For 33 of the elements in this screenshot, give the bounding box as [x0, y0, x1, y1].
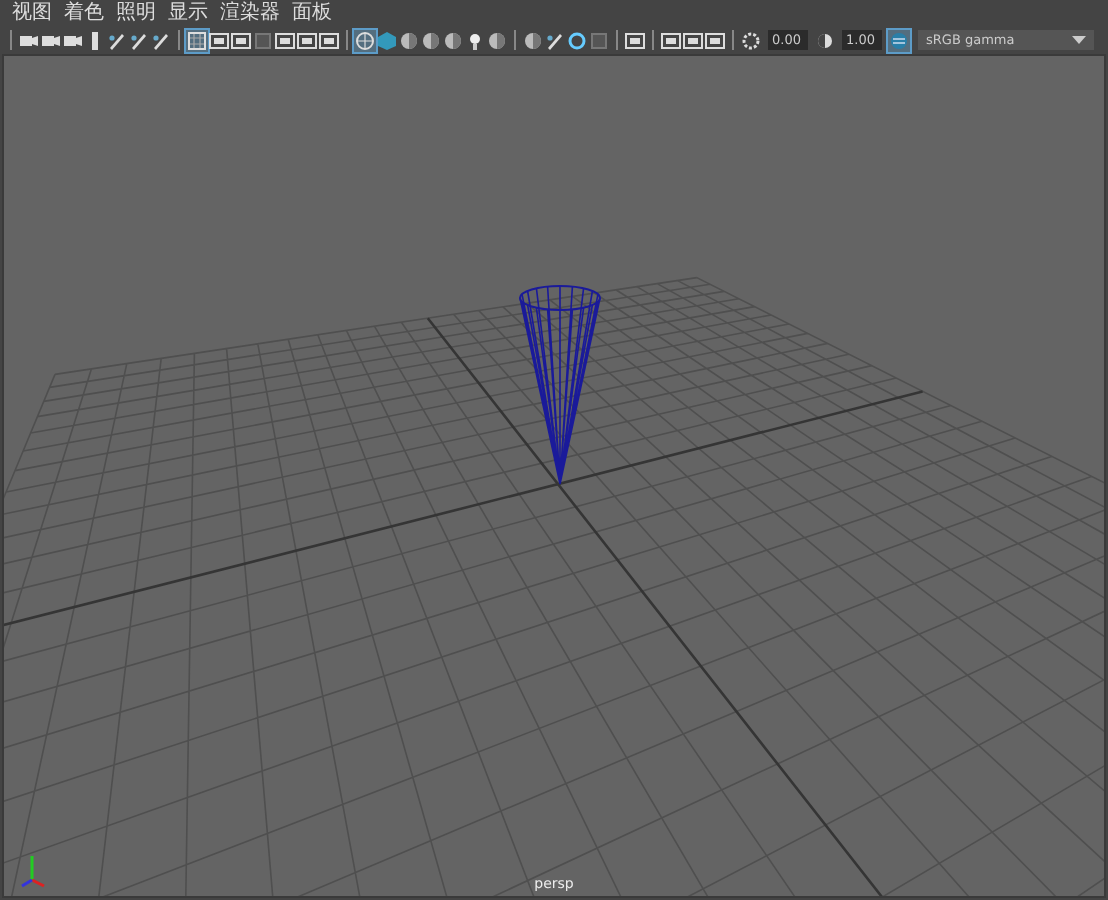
frame-icon[interactable]	[682, 29, 704, 51]
sphere-icon[interactable]	[398, 29, 420, 51]
frame-icon[interactable]	[704, 29, 726, 51]
grid-icon[interactable]	[186, 29, 208, 51]
frame-icon[interactable]	[274, 29, 296, 51]
exposure-icon[interactable]	[740, 29, 762, 51]
frame-icon[interactable]	[208, 29, 230, 51]
axis-icon	[21, 856, 45, 888]
pen-icon[interactable]	[150, 29, 172, 51]
color-management-icon[interactable]	[888, 29, 910, 51]
pen-icon[interactable]	[128, 29, 150, 51]
gamma-icon[interactable]	[814, 29, 836, 51]
sphere-icon[interactable]	[442, 29, 464, 51]
wire-sphere-icon[interactable]	[354, 29, 376, 51]
menu-item[interactable]: 照明	[116, 1, 156, 25]
pen-icon[interactable]	[544, 29, 566, 51]
frame-icon[interactable]	[318, 29, 340, 51]
sphere-icon[interactable]	[420, 29, 442, 51]
menu-item[interactable]: 视图	[12, 1, 52, 25]
menu-item[interactable]: 面板	[292, 1, 332, 25]
frame-icon[interactable]	[296, 29, 318, 51]
sphere-icon[interactable]	[522, 29, 544, 51]
light-bulb-icon[interactable]	[464, 29, 486, 51]
sphere-icon[interactable]	[486, 29, 508, 51]
frame-icon[interactable]	[660, 29, 682, 51]
frame-icon[interactable]	[624, 29, 646, 51]
menu-item[interactable]: 显示	[168, 1, 208, 25]
caret-icon	[1072, 35, 1086, 45]
menu-item[interactable]: 渲染器	[220, 1, 280, 25]
frame-icon[interactable]	[230, 29, 252, 51]
pen-icon[interactable]	[106, 29, 128, 51]
menu-item[interactable]: 着色	[64, 1, 104, 25]
ring-icon[interactable]	[566, 29, 588, 51]
